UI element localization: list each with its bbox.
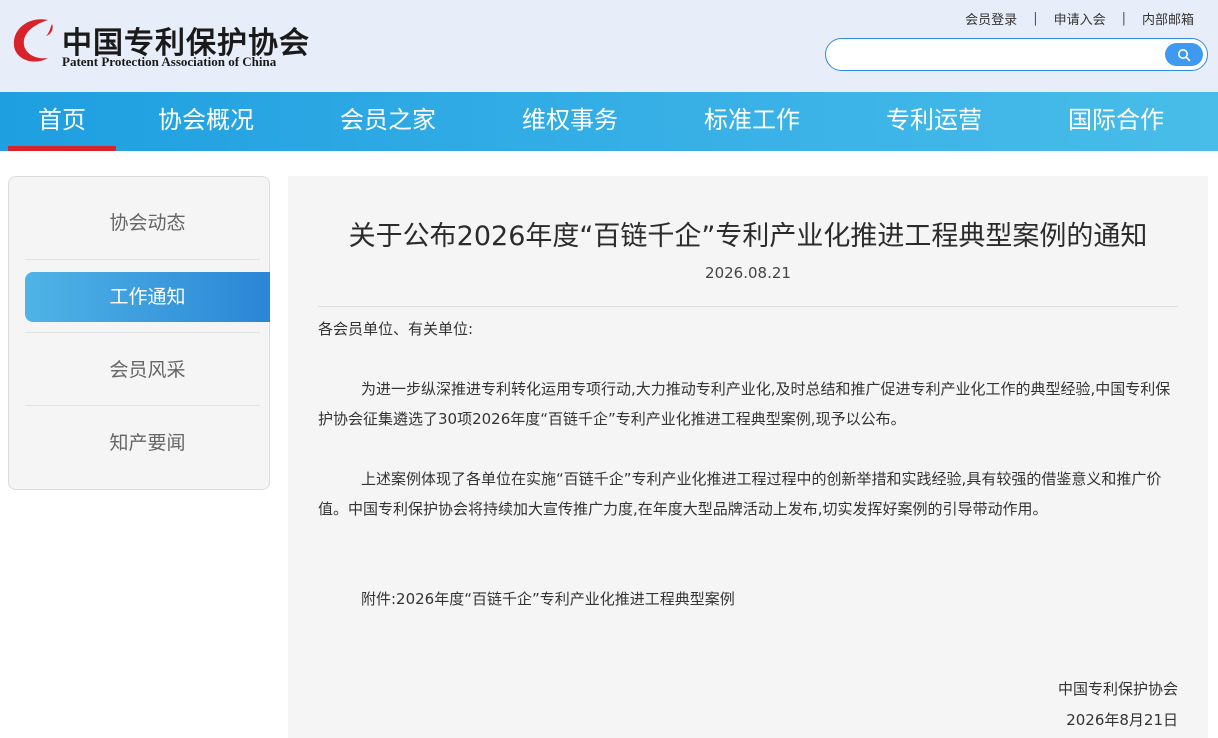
logo-english-name: Patent Protection Association of China [62, 54, 277, 69]
nav-item-about[interactable]: 协会概况 [158, 92, 254, 151]
sidebar-divider [25, 405, 260, 406]
apply-membership-link[interactable]: 申请入会 [1054, 9, 1106, 28]
site-logo[interactable]: 中国专利保护协会 Patent Protection Association o… [8, 12, 309, 74]
search-box [825, 38, 1208, 71]
nav-item-members[interactable]: 会员之家 [340, 92, 436, 151]
article-paragraph: 上述案例体现了各单位在实施“百链千企”专利产业化推进工程过程中的创新举措和实践经… [318, 470, 1162, 518]
search-input[interactable] [838, 44, 1158, 66]
article-attachment[interactable]: 附件:2026年度“百链千企”专利产业化推进工程典型案例 [318, 584, 1180, 614]
article-title: 关于公布2026年度“百链千企”专利产业化推进工程典型案例的通知 [348, 221, 1148, 252]
search-icon [1178, 48, 1191, 61]
nav-item-home[interactable]: 首页 [8, 92, 116, 151]
sidebar-item-notices[interactable]: 工作通知 [25, 272, 270, 322]
search-button[interactable] [1165, 43, 1203, 66]
link-separator: | [1121, 11, 1126, 26]
article-paragraph: 为进一步纵深推进专利转化运用专项行动,大力推动专利产业化,及时总结和推广促进专利… [318, 380, 1171, 428]
logo-mark-icon [13, 19, 53, 62]
nav-item-rights[interactable]: 维权事务 [522, 92, 618, 151]
link-separator: | [1033, 11, 1038, 26]
nav-item-patent-ops[interactable]: 专利运营 [886, 92, 982, 151]
sidebar-item-news[interactable]: 协会动态 [25, 198, 270, 248]
signature-date: 2026年8月21日 [1066, 711, 1178, 729]
nav-item-international[interactable]: 国际合作 [1068, 92, 1164, 151]
nav-item-standards[interactable]: 标准工作 [704, 92, 800, 151]
main-nav: 首页 协会概况 会员之家 维权事务 标准工作 专利运营 国际合作 [0, 92, 1218, 151]
article-date: 2026.08.21 [705, 264, 791, 282]
signature-org: 中国专利保护协会 [1057, 680, 1178, 698]
sidebar: 协会动态 工作通知 会员风采 知产要闻 [8, 176, 270, 490]
sidebar-item-member-showcase[interactable]: 会员风采 [25, 345, 270, 395]
sidebar-divider [25, 332, 260, 333]
member-login-link[interactable]: 会员登录 [965, 9, 1017, 28]
article-salutation: 各会员单位、有关单位: [318, 320, 474, 338]
sidebar-item-ip-news[interactable]: 知产要闻 [25, 418, 270, 468]
internal-mail-link[interactable]: 内部邮箱 [1142, 9, 1194, 28]
site-header: 中国专利保护协会 Patent Protection Association o… [0, 0, 1218, 92]
top-links: 会员登录 | 申请入会 | 内部邮箱 [965, 9, 1194, 28]
article-divider [318, 306, 1178, 307]
article: 关于公布2026年度“百链千企”专利产业化推进工程典型案例的通知 2026.08… [288, 176, 1208, 738]
sidebar-divider [25, 259, 260, 260]
